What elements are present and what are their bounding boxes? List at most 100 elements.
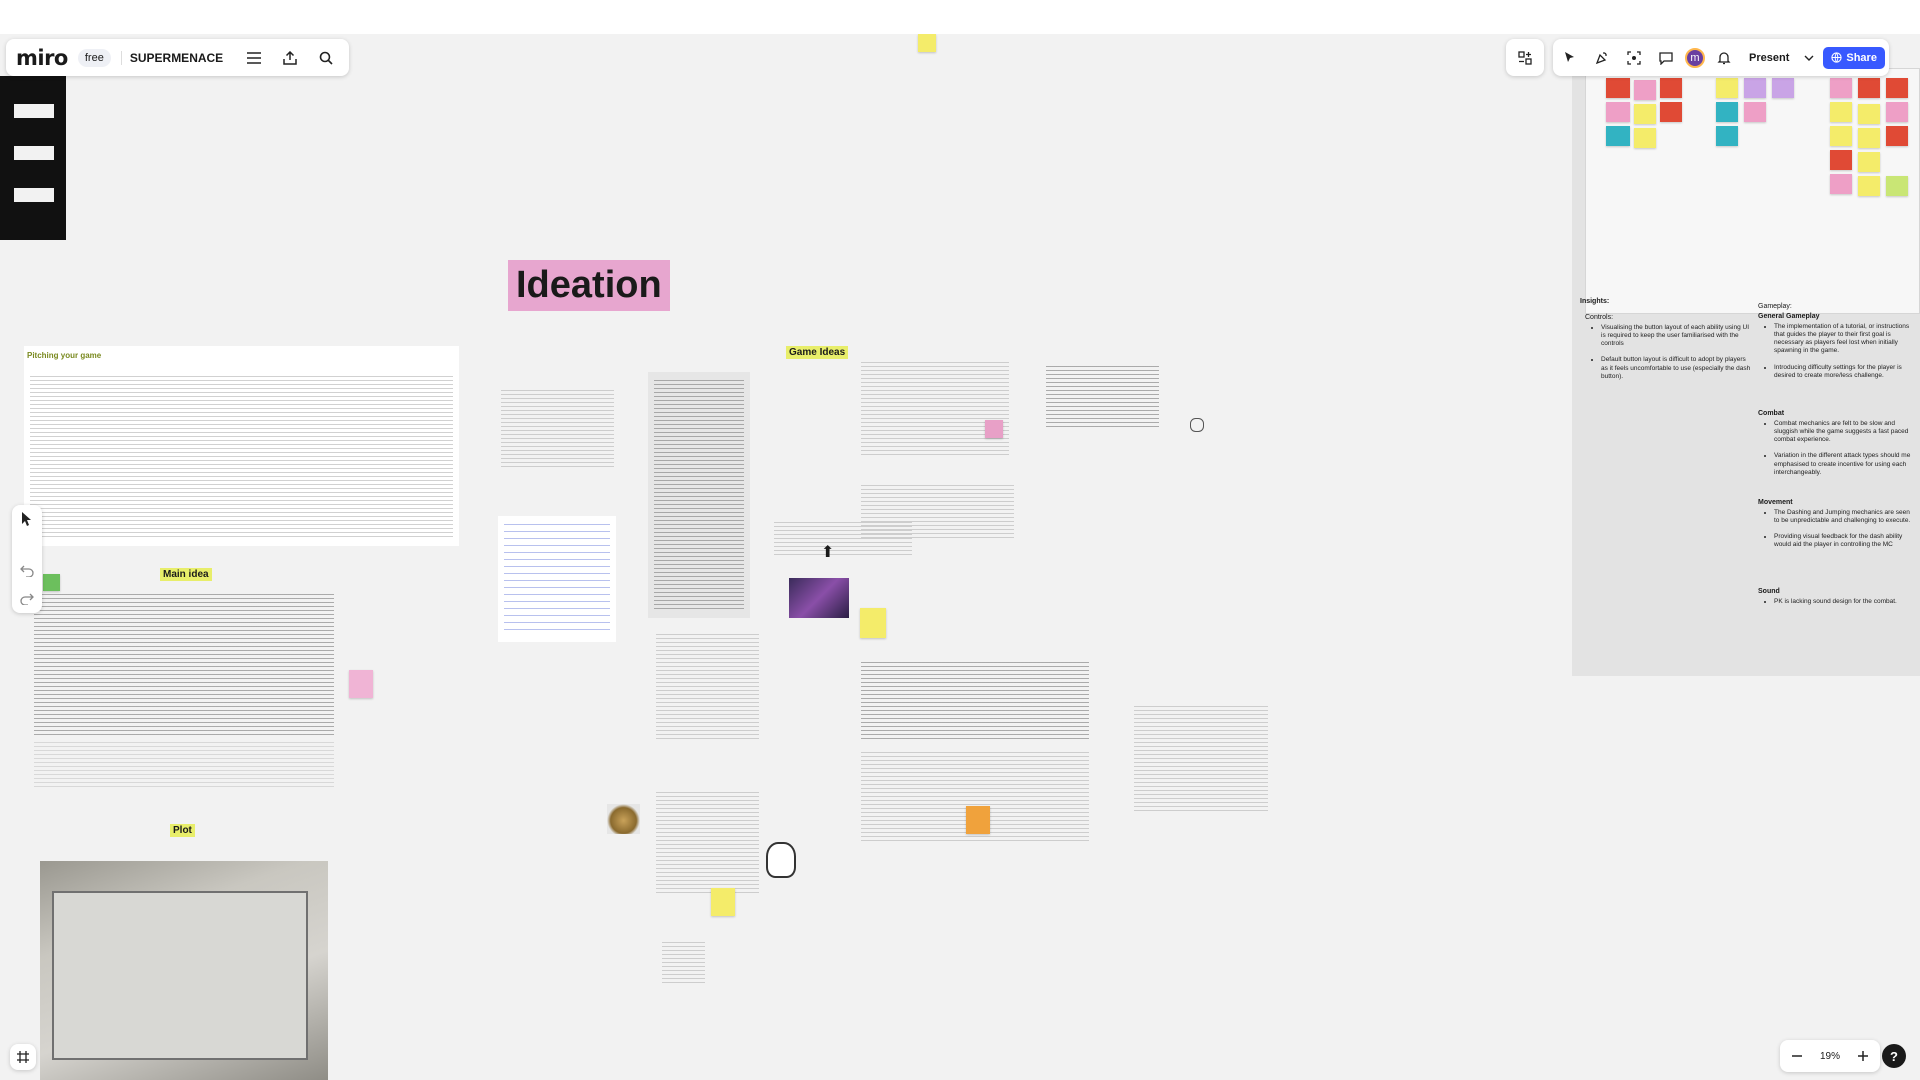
game-ideas-label: Game Ideas: [786, 346, 849, 359]
game-idea-document: [855, 354, 1015, 464]
insight-item: Combat mechanics are felt to be slow and…: [1774, 420, 1916, 444]
sticky-note: [1744, 78, 1766, 98]
notes-document: [498, 516, 616, 642]
game-concept-image: [789, 578, 849, 618]
zoom-controls: 19%: [1780, 1040, 1881, 1072]
letter-e-graphic: [0, 76, 66, 240]
sticky-note: [1830, 174, 1852, 194]
game-idea-document: [1128, 698, 1274, 822]
sticky-note: [1634, 128, 1656, 148]
cursor-icon[interactable]: [14, 509, 40, 529]
insights-gameplay-heading: Gameplay:: [1758, 303, 1792, 310]
left-toolbar: [12, 505, 42, 613]
sticky-note: [1858, 78, 1880, 98]
cursor-icon[interactable]: [1557, 45, 1583, 71]
frames-panel-button[interactable]: [10, 1044, 36, 1070]
plot-label: Plot: [170, 824, 195, 837]
sticky-note: [1858, 176, 1880, 196]
insights-combat-heading: Combat: [1758, 410, 1785, 417]
story-document: [495, 368, 620, 478]
sticky-note: [1858, 104, 1880, 124]
sticky-note: [1830, 150, 1852, 170]
apps-icon[interactable]: [1512, 45, 1538, 71]
avatar[interactable]: m: [1685, 47, 1705, 68]
creature-sketch-image: [1190, 418, 1204, 432]
insight-item: The implementation of a tutorial, or ins…: [1774, 323, 1916, 356]
sticky-note: [1886, 126, 1908, 146]
comment-icon[interactable]: [1653, 45, 1679, 71]
sticky-note: [1634, 104, 1656, 124]
game-idea-document: [650, 784, 765, 904]
main-idea-label: Main idea: [160, 568, 212, 581]
apps-toolbar: [1506, 39, 1544, 76]
insight-item: Variation in the different attack types …: [1774, 452, 1916, 476]
game-idea-document: [656, 934, 711, 994]
arrow-up-icon: ⬆: [821, 544, 835, 561]
sticky-note: [1660, 102, 1682, 122]
globe-icon: [1831, 52, 1842, 63]
zoom-in-button[interactable]: [1854, 1043, 1872, 1069]
sticky-note: [1716, 102, 1738, 122]
insight-item: Providing visual feedback for the dash a…: [1774, 533, 1916, 549]
insights-controls-list: Visualising the button layout of each ab…: [1593, 324, 1753, 381]
sticky-note: [1716, 126, 1738, 146]
insights-sound-list: PK is lacking sound design for the comba…: [1766, 598, 1916, 606]
celebrate-icon[interactable]: [1589, 45, 1615, 71]
upload-icon[interactable]: [277, 45, 303, 71]
sticky-note: [1830, 126, 1852, 146]
sticky-note: [1886, 176, 1908, 196]
sticky-note: [860, 608, 886, 638]
game-idea-document: [650, 626, 765, 750]
sticky-note: [1716, 78, 1738, 98]
insights-gameplay-subheading: General Gameplay: [1758, 313, 1820, 320]
miro-logo[interactable]: miro: [16, 46, 68, 70]
insight-item: Default button layout is difficult to ad…: [1601, 356, 1753, 380]
sticky-note: [985, 420, 1003, 438]
insights-title: Insights:: [1580, 298, 1610, 305]
brand-toolbar: miro free SUPERMENACE: [6, 39, 350, 76]
chevron-down-icon[interactable]: [1801, 45, 1817, 71]
collaboration-toolbar: m Present Share: [1553, 39, 1889, 76]
insights-controls-heading: Controls:: [1585, 314, 1614, 321]
insights-sound-heading: Sound: [1758, 588, 1780, 595]
sticky-note: [1858, 128, 1880, 148]
game-idea-document: [648, 372, 750, 618]
main-idea-document: [28, 592, 340, 828]
sticky-note: [711, 888, 735, 916]
sticky-note: [1606, 102, 1630, 122]
insights-combat-list: Combat mechanics are felt to be slow and…: [1766, 420, 1916, 477]
frames-icon: [17, 1051, 29, 1063]
insights-movement-list: The Dashing and Jumping mechanics are se…: [1766, 509, 1916, 550]
search-icon[interactable]: [313, 45, 339, 71]
board-canvas[interactable]: Ideation Pitching your game Main idea Pl…: [0, 34, 1920, 1080]
game-idea-document: [1040, 358, 1165, 438]
board-name[interactable]: SUPERMENACE: [120, 50, 231, 65]
whiteboard-photo: [40, 861, 328, 1080]
sticky-note: [349, 670, 373, 698]
share-button[interactable]: Share: [1823, 46, 1885, 69]
undo-icon[interactable]: [14, 561, 40, 581]
insight-item: The Dashing and Jumping mechanics are se…: [1774, 509, 1916, 525]
insights-movement-heading: Movement: [1758, 499, 1793, 506]
sticky-note: [1606, 78, 1630, 98]
insight-item: Visualising the button layout of each ab…: [1601, 324, 1753, 348]
sticky-note: [1886, 78, 1908, 98]
hamburger-icon[interactable]: [241, 45, 267, 71]
sticky-note: [43, 574, 60, 591]
zoom-out-button[interactable]: [1788, 1043, 1806, 1069]
insight-item: PK is lacking sound design for the comba…: [1774, 598, 1916, 606]
sticky-note: [1634, 80, 1656, 100]
character-image: [607, 804, 640, 834]
plan-badge[interactable]: free: [77, 48, 111, 67]
sticky-note: [1886, 102, 1908, 122]
share-label: Share: [1846, 51, 1877, 64]
pitch-document: [24, 346, 459, 546]
focus-icon[interactable]: [1621, 45, 1647, 71]
bell-icon[interactable]: [1711, 45, 1737, 71]
present-button[interactable]: Present: [1743, 52, 1795, 64]
ideation-heading: Ideation: [508, 260, 670, 311]
zoom-level[interactable]: 19%: [1820, 1051, 1840, 1062]
redo-icon[interactable]: [14, 589, 40, 609]
help-button[interactable]: ?: [1882, 1044, 1906, 1068]
insights-gameplay-list: The implementation of a tutorial, or ins…: [1766, 323, 1916, 380]
